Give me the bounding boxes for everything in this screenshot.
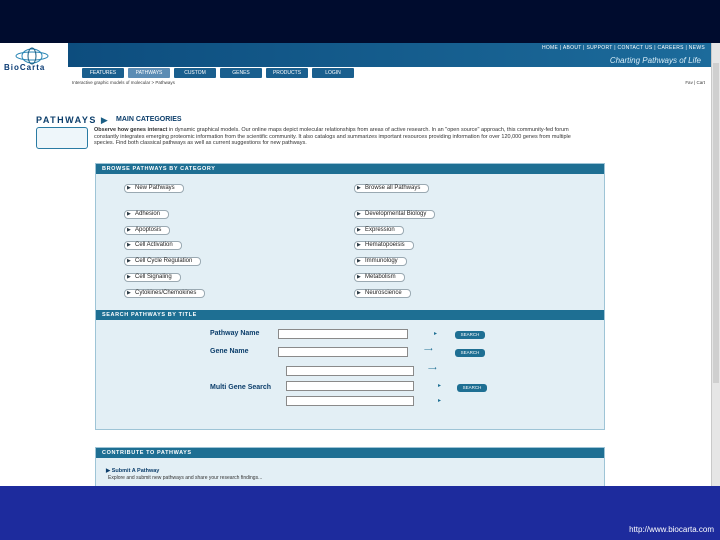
nav-genes[interactable]: GENES bbox=[220, 68, 262, 78]
source-url: http://www.biocarta.com bbox=[629, 525, 714, 534]
gene-name-input[interactable] bbox=[278, 347, 408, 357]
category-immunology[interactable]: Immunology bbox=[354, 257, 407, 266]
arrow-right-icon: ⟶ bbox=[424, 347, 433, 353]
contribute-text: Explore and submit new pathways and shar… bbox=[108, 475, 263, 481]
pathway-name-input[interactable] bbox=[278, 329, 408, 339]
slide-footer: http://www.biocarta.com bbox=[0, 486, 720, 540]
category-new-pathways[interactable]: New Pathways bbox=[124, 184, 184, 193]
browser-screenshot: BioCarta HOME | ABOUT | SUPPORT | CONTAC… bbox=[0, 43, 720, 486]
multi-gene-label: Multi Gene Search bbox=[210, 384, 272, 391]
arrow-right-icon: ▸ bbox=[434, 331, 438, 337]
nav-custom-services[interactable]: CUSTOM SERVICES bbox=[174, 68, 216, 86]
main-nav: FEATURES PATHWAYS CUSTOM SERVICES GENES … bbox=[82, 68, 354, 86]
intro-text: Observe how genes interact in dynamic gr… bbox=[94, 127, 571, 146]
nav-features[interactable]: FEATURES bbox=[82, 68, 124, 78]
logo-text: BioCarta bbox=[4, 63, 46, 72]
gene-name-label: Gene Name bbox=[210, 348, 249, 355]
gene-search-button[interactable]: SEARCH bbox=[455, 349, 485, 357]
pathway-diagram-icon bbox=[36, 127, 88, 149]
contribute-header: CONTRIBUTE TO PATHWAYS bbox=[96, 448, 604, 458]
multi-gene-input-2[interactable] bbox=[286, 381, 414, 391]
breadcrumb: Interactive graphic models of molecular … bbox=[72, 80, 175, 85]
category-cytokines-chemokines[interactable]: Cytokines/Chemokines bbox=[124, 289, 206, 298]
arrow-right-icon: ⟶ bbox=[428, 366, 437, 372]
category-apoptosis[interactable]: Apoptosis bbox=[124, 226, 171, 235]
arrow-right-icon: ▸ bbox=[438, 398, 442, 404]
top-links[interactable]: HOME | ABOUT | SUPPORT | CONTACT US | CA… bbox=[542, 45, 705, 51]
category-developmental-biology[interactable]: Developmental Biology bbox=[354, 210, 436, 219]
search-header: SEARCH PATHWAYS BY TITLE bbox=[96, 310, 604, 320]
scrollbar-thumb[interactable] bbox=[713, 63, 719, 383]
logo[interactable]: BioCarta bbox=[0, 43, 68, 91]
multi-gene-input-3[interactable] bbox=[286, 396, 414, 406]
site-header: BioCarta HOME | ABOUT | SUPPORT | CONTAC… bbox=[0, 43, 711, 91]
pathway-name-label: Pathway Name bbox=[210, 330, 260, 337]
category-neuroscience[interactable]: Neuroscience bbox=[354, 289, 411, 298]
multi-gene-input-1[interactable] bbox=[286, 366, 414, 376]
nav-products[interactable]: PRODUCTS bbox=[266, 68, 308, 78]
arrow-right-icon: ▸ bbox=[438, 383, 442, 389]
category-browse-all[interactable]: Browse all Pathways bbox=[354, 184, 430, 193]
category-expression[interactable]: Expression bbox=[354, 226, 404, 235]
vertical-scrollbar[interactable] bbox=[711, 43, 720, 486]
category-cell-signaling[interactable]: Cell Signaling bbox=[124, 273, 181, 282]
slide: BioCarta HOME | ABOUT | SUPPORT | CONTAC… bbox=[0, 0, 720, 540]
browse-header: BROWSE PATHWAYS BY CATEGORY bbox=[96, 164, 604, 174]
browse-panel: BROWSE PATHWAYS BY CATEGORY New Pathways… bbox=[95, 163, 605, 430]
header-bar: HOME | ABOUT | SUPPORT | CONTACT US | CA… bbox=[68, 43, 711, 67]
page-subtitle: MAIN CATEGORIES bbox=[116, 116, 182, 123]
nav-pathways[interactable]: PATHWAYS bbox=[128, 68, 170, 78]
category-cell-cycle-regulation[interactable]: Cell Cycle Regulation bbox=[124, 257, 202, 266]
nav-login[interactable]: LOGIN bbox=[312, 68, 354, 78]
category-adhesion[interactable]: Adhesion bbox=[124, 210, 170, 219]
contribute-panel: CONTRIBUTE TO PATHWAYS ▶ Submit A Pathwa… bbox=[95, 447, 605, 486]
tagline: Charting Pathways of Life bbox=[609, 56, 701, 65]
category-hematopoeisis[interactable]: Hematopoeisis bbox=[354, 241, 414, 250]
pathway-search-button[interactable]: SEARCH bbox=[455, 331, 485, 339]
category-cell-activation[interactable]: Cell Activation bbox=[124, 241, 182, 250]
submit-pathway-link[interactable]: ▶ Submit A Pathway bbox=[106, 468, 159, 474]
multi-gene-search-button[interactable]: SEARCH bbox=[457, 384, 487, 392]
page-title: PATHWAYS ▶ bbox=[36, 115, 110, 125]
category-metabolism[interactable]: Metabolism bbox=[354, 273, 405, 282]
header-utility-links[interactable]: Fav | Cart bbox=[685, 80, 705, 85]
